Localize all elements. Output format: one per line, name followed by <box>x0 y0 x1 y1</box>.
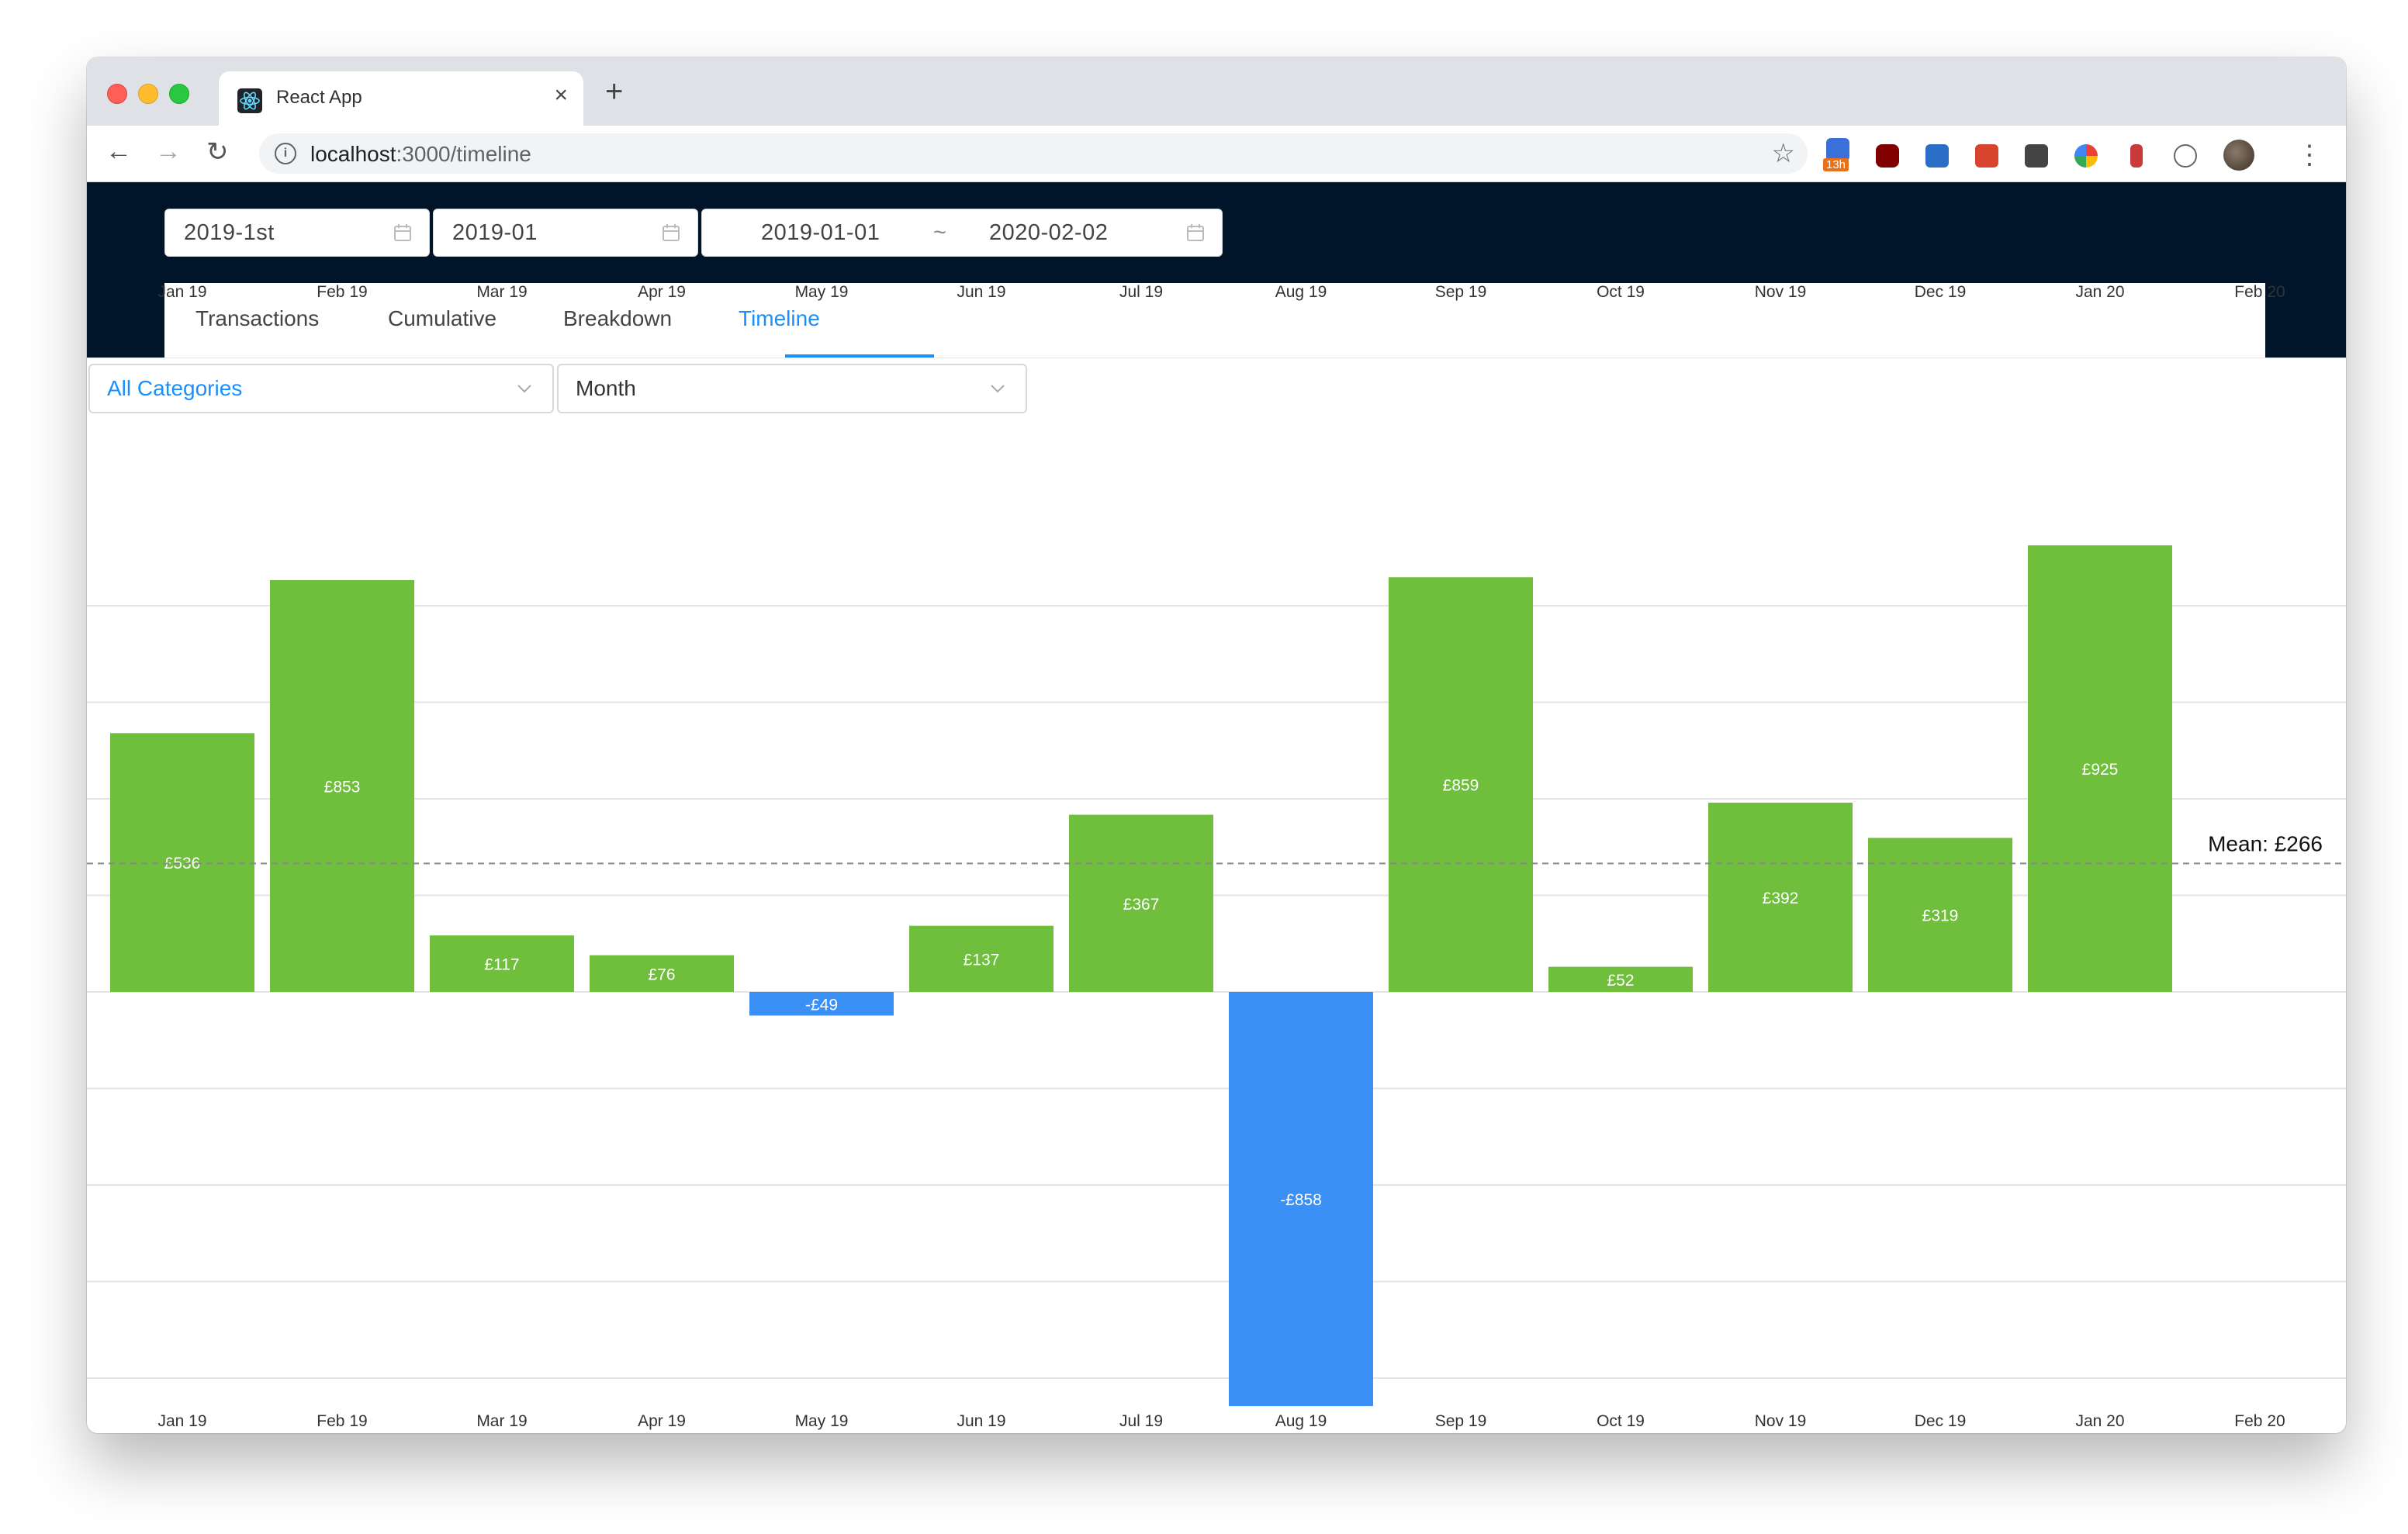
x-tick-label-top: Jul 19 <box>1119 283 1163 301</box>
extension-red-icon[interactable] <box>1975 144 1998 168</box>
extension-dark-icon[interactable] <box>2025 144 2048 168</box>
bar-value-label: £52 <box>1607 972 1634 990</box>
x-tick-label-bottom: Jul 19 <box>1119 1412 1163 1430</box>
forward-arrow-icon[interactable]: → <box>155 136 182 167</box>
x-tick-label-top: Dec 19 <box>1915 283 1967 301</box>
mean-label: Mean: £266 <box>2208 831 2323 855</box>
x-tick-label-top: Sep 19 <box>1435 283 1487 301</box>
bar-value-label: -£858 <box>1280 1191 1322 1209</box>
x-tick-label-bottom: Feb 19 <box>317 1412 367 1430</box>
bar-value-label: £392 <box>1763 890 1799 907</box>
x-tick-label-bottom: Sep 19 <box>1435 1412 1487 1430</box>
x-tick-label-top: Apr 19 <box>638 283 686 301</box>
maximize-window-button[interactable] <box>169 84 189 104</box>
bookmark-star-icon[interactable]: ☆ <box>1772 138 1795 169</box>
x-tick-label-top: Nov 19 <box>1755 283 1807 301</box>
reload-icon[interactable]: ↻ <box>206 136 229 168</box>
x-tick-label-bottom: Mar 19 <box>476 1412 527 1430</box>
minimize-window-button[interactable] <box>138 84 158 104</box>
x-tick-label-bottom: May 19 <box>795 1412 849 1430</box>
tab-title: React App <box>276 87 362 108</box>
timeline-chart: £536 Jan 19 Jan 19 £853 Feb 19 Feb 19 £117 Mar … <box>87 283 2346 1430</box>
url-path: :3000/timeline <box>396 142 531 166</box>
x-tick-label-top: Jan 19 <box>157 283 206 301</box>
x-tick-label-top: Jan 20 <box>2075 283 2124 301</box>
bar-value-label: £319 <box>1922 907 1959 925</box>
x-tick-label-top: Oct 19 <box>1597 283 1645 301</box>
x-tick-label-bottom: Nov 19 <box>1755 1412 1807 1430</box>
x-tick-label-bottom: Aug 19 <box>1275 1412 1327 1430</box>
x-tick-label-top: Aug 19 <box>1275 283 1327 301</box>
bar-value-label: -£49 <box>805 996 838 1014</box>
x-tick-label-bottom: Apr 19 <box>638 1412 686 1430</box>
url-text: localhost:3000/timeline <box>310 142 531 167</box>
ublock-icon[interactable] <box>1876 144 1899 168</box>
x-tick-label-top: Jun 19 <box>957 283 1005 301</box>
bar-value-label: £859 <box>1443 777 1479 795</box>
extension-badge: 13h <box>1823 158 1849 171</box>
address-bar[interactable]: i localhost:3000/timeline ☆ <box>259 133 1808 174</box>
browser-tab[interactable]: React App × <box>219 71 583 126</box>
x-tick-label-top: Mar 19 <box>476 283 527 301</box>
new-tab-button[interactable]: + <box>605 74 623 109</box>
site-info-icon[interactable]: i <box>275 143 296 164</box>
browser-toolbar: ← → ↻ i localhost:3000/timeline ☆ 13h ⋮ <box>87 126 2346 182</box>
x-tick-label-bottom: Jan 20 <box>2075 1412 2124 1430</box>
browser-window: React App × + ← → ↻ i localhost:3000/tim… <box>87 57 2346 1433</box>
x-tick-label-bottom: Jun 19 <box>957 1412 1005 1430</box>
extension-blue-icon[interactable] <box>1925 144 1949 168</box>
react-icon <box>237 88 262 113</box>
x-tick-label-bottom: Jan 19 <box>157 1412 206 1430</box>
title-bar: React App × + <box>87 57 2346 126</box>
close-window-button[interactable] <box>107 84 127 104</box>
x-tick-label-bottom: Feb 20 <box>2234 1412 2285 1430</box>
bar-value-label: £367 <box>1123 896 1160 914</box>
x-tick-label-top: May 19 <box>795 283 849 301</box>
extension-pin-icon[interactable] <box>2130 144 2143 168</box>
bar-value-label: £925 <box>2082 761 2119 779</box>
bar-value-label: £853 <box>324 779 361 796</box>
url-host: localhost <box>310 142 396 166</box>
bar-value-label: £117 <box>484 956 519 974</box>
back-arrow-icon[interactable]: ← <box>106 136 132 167</box>
x-tick-label-bottom: Dec 19 <box>1915 1412 1967 1430</box>
extension-color-icon[interactable] <box>2074 144 2098 168</box>
extension-a-icon[interactable] <box>2174 144 2197 168</box>
x-tick-label-top: Feb 20 <box>2234 283 2285 301</box>
bar-value-label: £536 <box>164 855 201 872</box>
x-tick-label-bottom: Oct 19 <box>1597 1412 1645 1430</box>
x-tick-label-top: Feb 19 <box>317 283 367 301</box>
bar-value-label: £137 <box>964 951 1000 969</box>
profile-avatar[interactable] <box>2223 140 2254 171</box>
menu-kebab-icon[interactable]: ⋮ <box>2296 140 2323 171</box>
bar-value-label: £76 <box>648 966 675 983</box>
tab-close-icon[interactable]: × <box>554 82 568 109</box>
app-root: 2019-1st 2019-01 2019-01-01 ~ 2020-02-02… <box>87 182 2346 1433</box>
